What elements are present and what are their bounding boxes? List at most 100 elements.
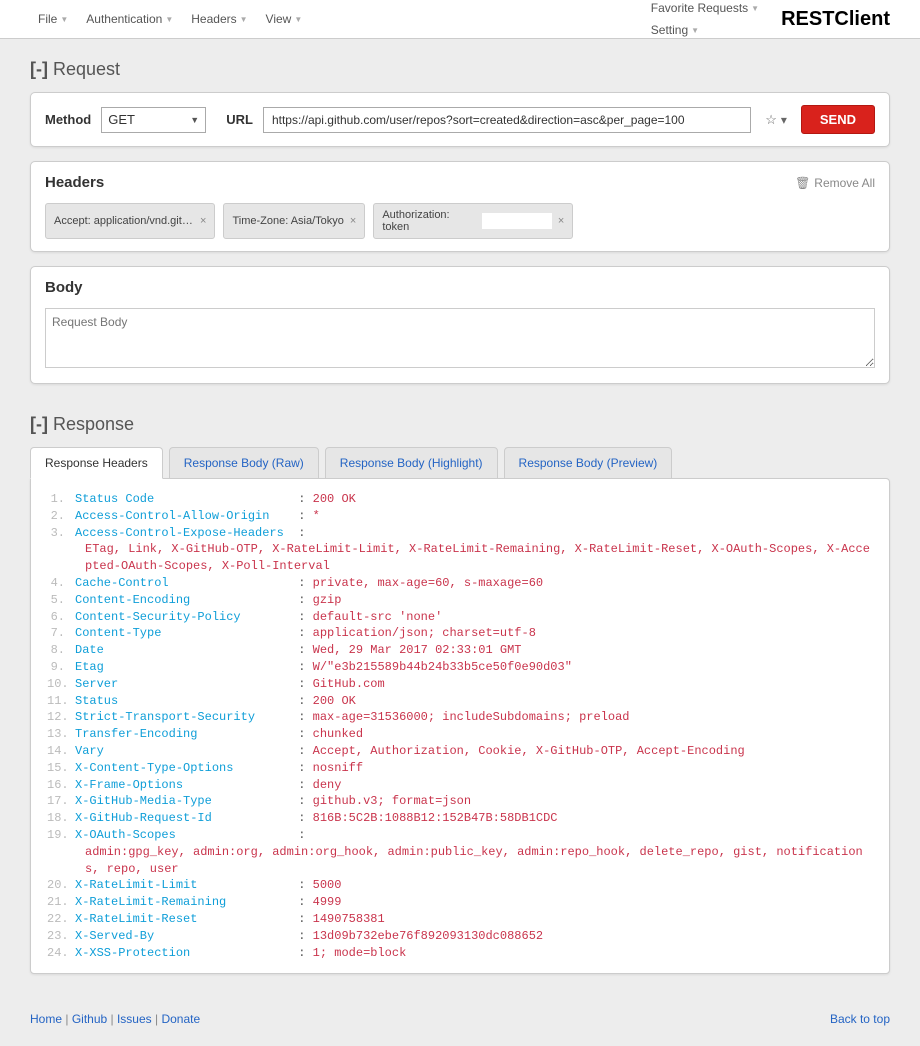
footer-link-home[interactable]: Home xyxy=(30,1012,62,1026)
menu-authentication[interactable]: Authentication ▼ xyxy=(78,8,181,30)
header-key: Transfer-Encoding xyxy=(75,726,298,743)
tab-response-headers[interactable]: Response Headers xyxy=(30,447,163,479)
star-icon[interactable]: ☆ xyxy=(765,112,777,128)
response-header-line: 5.Content-Encoding : gzip xyxy=(47,592,873,609)
line-number: 15. xyxy=(47,760,75,777)
response-header-line: 7.Content-Type : application/json; chars… xyxy=(47,625,873,642)
menu-favorite-requests[interactable]: Favorite Requests ▼ xyxy=(643,0,767,19)
header-value: github.v3; format=json xyxy=(313,793,471,810)
header-key: X-RateLimit-Remaining xyxy=(75,894,298,911)
header-separator: : xyxy=(298,491,312,508)
line-number: 13. xyxy=(47,726,75,743)
footer-link-issues[interactable]: Issues xyxy=(117,1012,152,1026)
header-separator: : xyxy=(298,793,312,810)
response-collapse-toggle[interactable]: [-] xyxy=(30,414,48,434)
header-separator: : xyxy=(298,726,312,743)
header-value: deny xyxy=(313,777,342,794)
tab-response-body-highlight-[interactable]: Response Body (Highlight) xyxy=(325,447,498,479)
response-header-line: 14.Vary : Accept, Authorization, Cookie,… xyxy=(47,743,873,760)
header-chip[interactable]: Authorization: token × xyxy=(373,203,573,239)
header-separator: : xyxy=(298,575,312,592)
footer-link-donate[interactable]: Donate xyxy=(161,1012,200,1026)
response-header-line: 1.Status Code : 200 OK xyxy=(47,491,873,508)
line-number: 8. xyxy=(47,642,75,659)
header-separator: : xyxy=(298,945,312,962)
header-key: X-XSS-Protection xyxy=(75,945,298,962)
header-chip[interactable]: Accept: application/vnd.github.v...× xyxy=(45,203,215,239)
header-separator: : xyxy=(298,894,312,911)
header-separator: : xyxy=(298,777,312,794)
header-separator: : xyxy=(298,760,312,777)
url-actions: ☆ ▾ xyxy=(761,112,791,128)
header-value: 4999 xyxy=(313,894,342,911)
chevron-down-icon: ▼ xyxy=(165,15,173,24)
response-header-line: 20.X-RateLimit-Limit : 5000 xyxy=(47,877,873,894)
header-value: 816B:5C2B:1088B12:152B47B:58DB1CDC xyxy=(313,810,558,827)
header-separator: : xyxy=(298,877,312,894)
url-label: URL xyxy=(226,112,253,127)
line-number: 10. xyxy=(47,676,75,693)
tab-response-body-preview-[interactable]: Response Body (Preview) xyxy=(504,447,673,479)
chip-token-input[interactable] xyxy=(482,213,552,229)
response-header-line: 13.Transfer-Encoding : chunked xyxy=(47,726,873,743)
request-section-title: [-] Request xyxy=(30,59,890,80)
send-button[interactable]: SEND xyxy=(801,105,875,134)
response-tabs: Response HeadersResponse Body (Raw)Respo… xyxy=(30,447,890,479)
method-select[interactable]: GET ▼ xyxy=(101,107,206,133)
header-value: GitHub.com xyxy=(313,676,385,693)
menu-label: File xyxy=(38,12,57,26)
response-header-line: 24.X-XSS-Protection : 1; mode=block xyxy=(47,945,873,962)
header-key: Status xyxy=(75,693,298,710)
remove-all-button[interactable]: 🗑 Remove All xyxy=(795,176,875,190)
header-value: Accept, Authorization, Cookie, X-GitHub-… xyxy=(313,743,745,760)
menu-label: Authentication xyxy=(86,12,162,26)
response-header-line: 2.Access-Control-Allow-Origin : * xyxy=(47,508,873,525)
header-separator: : xyxy=(298,625,312,642)
request-collapse-toggle[interactable]: [-] xyxy=(30,59,48,79)
chip-text: Authorization: token xyxy=(382,209,476,233)
footer-links: Home | Github | Issues | Donate xyxy=(30,1012,200,1026)
line-number: 6. xyxy=(47,609,75,626)
line-number: 21. xyxy=(47,894,75,911)
header-value: Wed, 29 Mar 2017 02:33:01 GMT xyxy=(313,642,522,659)
line-number: 24. xyxy=(47,945,75,962)
chevron-down-icon: ▼ xyxy=(691,26,699,35)
method-label: Method xyxy=(45,112,91,127)
close-icon[interactable]: × xyxy=(558,215,564,227)
menu-setting[interactable]: Setting ▼ xyxy=(643,19,767,41)
line-number: 5. xyxy=(47,592,75,609)
header-chip[interactable]: Time-Zone: Asia/Tokyo× xyxy=(223,203,365,239)
header-key: X-GitHub-Media-Type xyxy=(75,793,298,810)
header-value: default-src 'none' xyxy=(313,609,443,626)
response-header-line: 18.X-GitHub-Request-Id : 816B:5C2B:1088B… xyxy=(47,810,873,827)
request-panel: Method GET ▼ URL ☆ ▾ SEND xyxy=(30,92,890,147)
header-key: Access-Control-Allow-Origin xyxy=(75,508,298,525)
header-value-continuation: ETag, Link, X-GitHub-OTP, X-RateLimit-Li… xyxy=(47,541,873,575)
chevron-down-icon: ▼ xyxy=(751,4,759,13)
body-panel: Body xyxy=(30,266,890,384)
request-body-textarea[interactable] xyxy=(45,308,875,368)
header-value: chunked xyxy=(313,726,363,743)
line-number: 17. xyxy=(47,793,75,810)
footer-link-github[interactable]: Github xyxy=(72,1012,107,1026)
header-key: Content-Encoding xyxy=(75,592,298,609)
tab-response-body-raw-[interactable]: Response Body (Raw) xyxy=(169,447,319,479)
response-header-line: 10.Server : GitHub.com xyxy=(47,676,873,693)
url-input[interactable] xyxy=(263,107,751,133)
back-to-top-link[interactable]: Back to top xyxy=(830,1012,890,1026)
remove-all-label: Remove All xyxy=(814,176,875,190)
close-icon[interactable]: × xyxy=(200,215,206,227)
header-separator: : xyxy=(298,525,312,542)
caret-down-icon[interactable]: ▾ xyxy=(781,113,787,127)
menu-view[interactable]: View ▼ xyxy=(258,8,311,30)
menu-file[interactable]: File ▼ xyxy=(30,8,76,30)
header-separator: : xyxy=(298,609,312,626)
response-header-line: 3.Access-Control-Expose-Headers : xyxy=(47,525,873,542)
header-separator: : xyxy=(298,676,312,693)
line-number: 7. xyxy=(47,625,75,642)
close-icon[interactable]: × xyxy=(350,215,356,227)
headers-title: Headers xyxy=(45,174,104,191)
menu-headers[interactable]: Headers ▼ xyxy=(183,8,255,30)
header-key: Access-Control-Expose-Headers xyxy=(75,525,298,542)
line-number: 14. xyxy=(47,743,75,760)
